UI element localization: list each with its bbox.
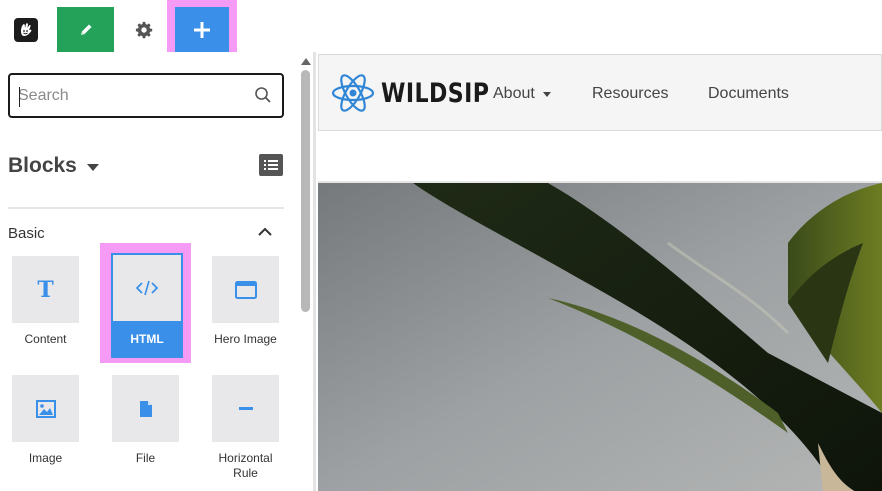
block-html[interactable]: HTML [111,253,183,358]
concrete-hand-icon [14,17,38,42]
block-tile [12,375,79,442]
pencil-icon [80,24,91,35]
code-icon [136,280,158,296]
panel-scrollbar[interactable] [301,70,310,312]
blocks-dropdown[interactable]: Blocks [8,154,99,178]
block-hero-image[interactable]: Hero Image [212,256,279,347]
text-T-icon: T [37,276,54,303]
block-file[interactable]: File [112,375,179,466]
nav-resources[interactable]: Resources [592,85,668,103]
section-divider [8,207,284,209]
search-box [8,73,284,118]
block-label: Hero Image [214,332,277,346]
block-tile: T [12,256,79,323]
chevron-up-icon[interactable] [257,224,273,240]
nav-label: Resources [592,85,669,102]
gear-icon [135,21,153,38]
nav-documents[interactable]: Documents [708,85,789,103]
text-cursor [19,87,20,107]
block-content[interactable]: T Content [12,256,79,347]
settings-button[interactable] [118,7,170,52]
nav-label: About [493,85,535,102]
list-icon [264,160,278,170]
nav-about[interactable]: About [493,85,551,103]
plant-photo [318,183,882,491]
block-label: Content [24,332,67,346]
block-tile [112,375,179,442]
hero-image[interactable] [318,181,882,491]
logo-button[interactable] [0,7,52,52]
block-tile [111,253,183,323]
top-toolbar [0,0,882,59]
section-title: Blocks [8,154,77,177]
chevron-down-icon [86,163,99,171]
block-label: File [135,451,156,465]
block-horizontal-rule[interactable]: Horizontal Rule [212,375,279,481]
block-label-line1: Horizontal [218,451,273,465]
group-label: Basic [8,225,45,242]
image-icon [35,399,56,418]
minus-icon [238,406,253,410]
file-icon [139,400,152,417]
block-image[interactable]: Image [12,375,79,466]
block-tile [212,256,279,323]
site-navbar: WILDSIP About Resources Documents [318,54,882,131]
plus-icon [194,21,210,38]
site-brand[interactable]: WILDSIP [331,73,513,113]
atom-logo-icon [331,74,375,112]
brand-name: WILDSIP [381,77,490,109]
block-tile [212,375,279,442]
block-label-line2: Rule [233,466,258,480]
scroll-up-arrow[interactable] [301,58,311,65]
block-label: Image [28,451,63,465]
add-block-button[interactable] [175,7,229,52]
page-preview: WILDSIP About Resources Documents [316,52,882,491]
search-input[interactable] [18,85,248,107]
edit-mode-button[interactable] [57,7,114,52]
block-label: Horizontal Rule [212,451,279,481]
block-label: HTML [111,323,183,358]
window-icon [234,280,257,299]
chevron-down-icon [542,91,551,97]
search-icon[interactable] [254,86,272,104]
list-view-button[interactable] [259,154,283,176]
nav-label: Documents [708,85,789,102]
